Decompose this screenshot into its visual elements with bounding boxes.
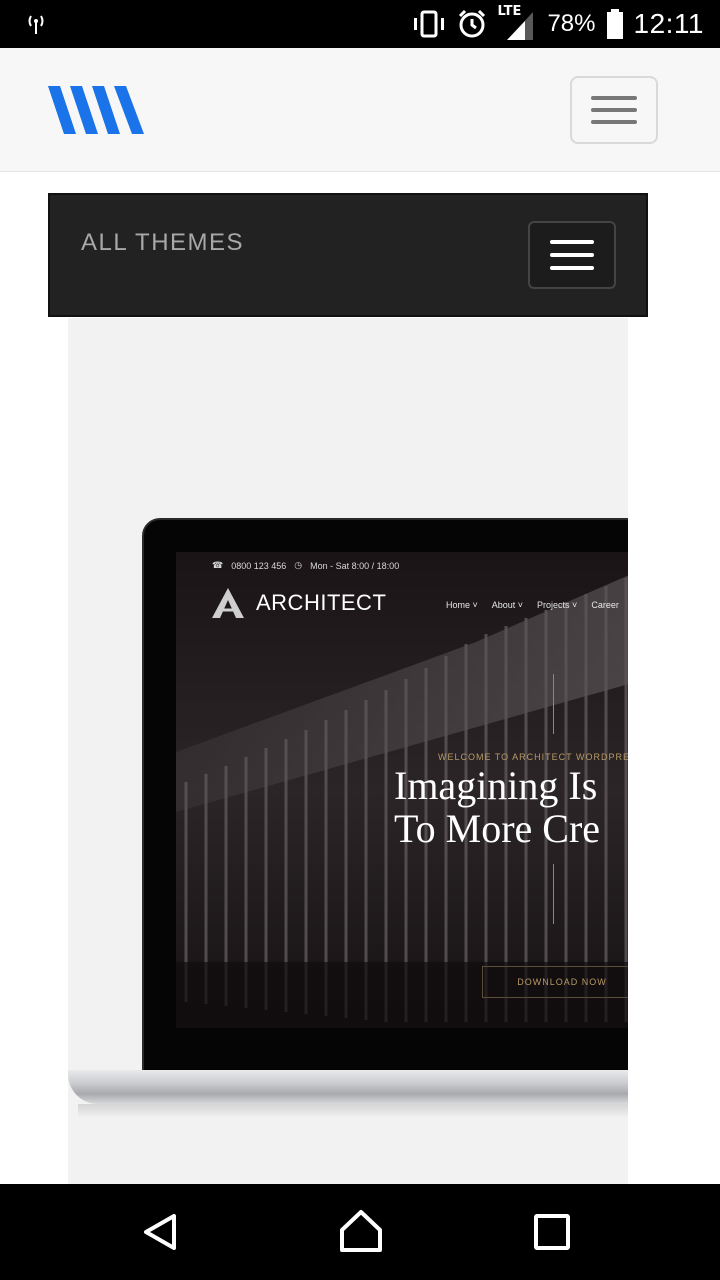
recent-apps-icon[interactable]: [534, 1214, 570, 1250]
battery-percent: 78%: [547, 10, 596, 37]
laptop-base: [68, 1070, 628, 1104]
alarm-icon: [459, 9, 486, 38]
architect-logo-icon: [212, 588, 244, 618]
main-menu-button[interactable]: [570, 76, 658, 144]
back-icon[interactable]: [140, 1212, 180, 1252]
vibrate-icon: [414, 10, 445, 38]
laptop-shadow: [78, 1104, 628, 1118]
battery-icon: [606, 9, 623, 39]
status-bar: LTE 78% 12:11: [0, 0, 720, 48]
signal-tower-icon: [28, 15, 44, 34]
clock-icon: ◷: [294, 560, 303, 570]
laptop-screen: ☎ 0800 123 456 ◷ Mon - Sat 8:00 / 18:00 …: [176, 552, 628, 1028]
welcome-text: WELCOME TO ARCHITECT WORDPRESS: [438, 752, 628, 762]
hamburger-icon: [550, 240, 594, 244]
themes-title[interactable]: ALL THEMES: [81, 229, 244, 257]
headline-line-2: To More Cre: [394, 806, 601, 851]
hamburger-icon: [591, 96, 637, 100]
theme-preview[interactable]: ☎ 0800 123 456 ◷ Mon - Sat 8:00 / 18:00 …: [68, 318, 628, 1184]
phone-icon: ☎: [212, 560, 224, 570]
brand-name: ARCHITECT: [256, 590, 387, 615]
nav-about[interactable]: About ˅: [492, 600, 523, 610]
themes-bar: ALL THEMES: [48, 193, 648, 317]
hamburger-line: [591, 108, 637, 112]
headline: Imagining Is To More Cre: [394, 764, 600, 850]
hamburger-line: [550, 266, 594, 270]
home-icon[interactable]: [338, 1208, 384, 1254]
clock: 12:11: [633, 8, 704, 39]
download-button[interactable]: DOWNLOAD NOW: [482, 966, 628, 998]
phone-number: 0800 123 456: [231, 560, 287, 571]
lte-signal-icon: LTE: [497, 4, 537, 42]
nav-projects[interactable]: Projects ˅: [537, 600, 577, 610]
android-nav-bar: [0, 1184, 720, 1280]
headline-line-1: Imagining Is: [394, 763, 598, 808]
gold-divider: [553, 674, 554, 734]
site-header: [0, 48, 720, 172]
opening-hours: Mon - Sat 8:00 / 18:00: [310, 560, 400, 571]
preview-nav: Home ˅ About ˅ Projects ˅ Career: [446, 600, 619, 610]
nav-home[interactable]: Home ˅: [446, 600, 478, 610]
themes-menu-button[interactable]: [528, 221, 616, 289]
contact-bar: ☎ 0800 123 456 ◷ Mon - Sat 8:00 / 18:00: [212, 560, 399, 571]
hamburger-line: [591, 120, 637, 124]
nav-career[interactable]: Career: [591, 600, 619, 610]
wm-logo-icon[interactable]: [48, 84, 148, 136]
architect-brand: ARCHITECT: [212, 588, 386, 618]
gold-divider: [553, 864, 554, 924]
hamburger-line: [550, 253, 594, 257]
